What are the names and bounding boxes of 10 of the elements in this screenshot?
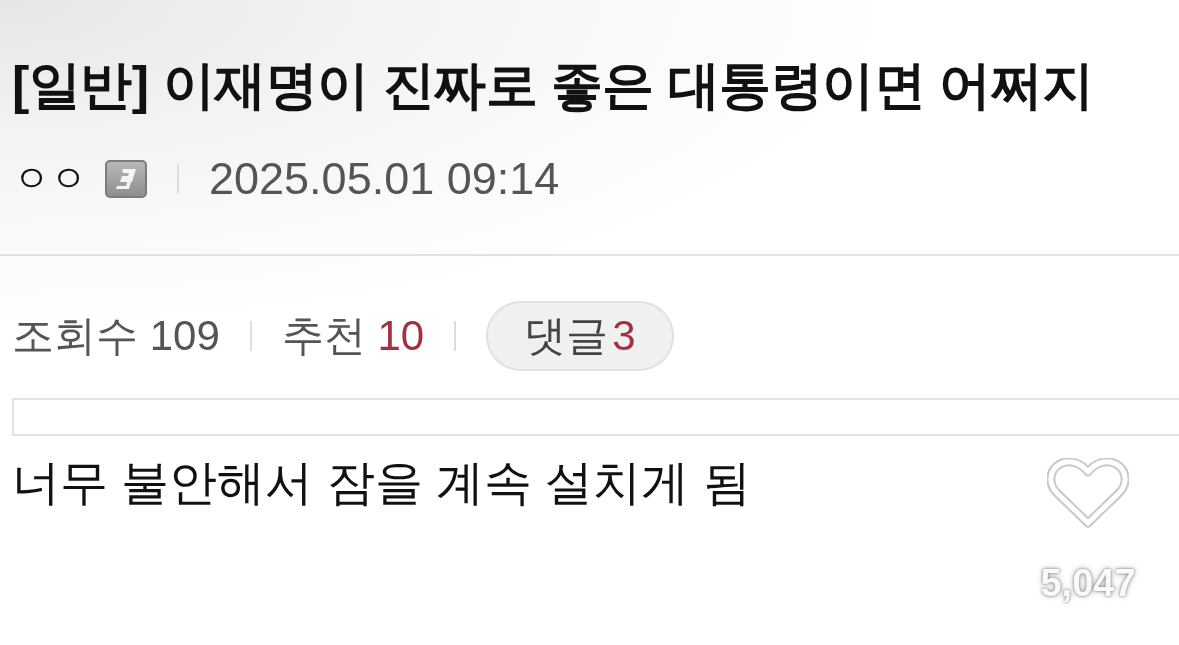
post-title: [일반] 이재명이 진짜로 좋은 대통령이면 어쩌지 [11, 55, 1094, 116]
post-body: 너무 불안해서 잠을 계속 설치게 됨 [11, 455, 751, 511]
comments-button[interactable]: 댓글 3 [486, 301, 674, 371]
post-date: 2025.05.01 09:14 [209, 156, 560, 202]
stat-text: 추천 10 [281, 312, 425, 360]
stat-text: 조회수 109 [12, 312, 220, 360]
like-count: 5,047 [1040, 562, 1136, 604]
heart-icon[interactable] [1047, 458, 1129, 528]
square-badge-icon [105, 160, 147, 198]
author-name[interactable]: ㅇㅇ [13, 156, 87, 202]
